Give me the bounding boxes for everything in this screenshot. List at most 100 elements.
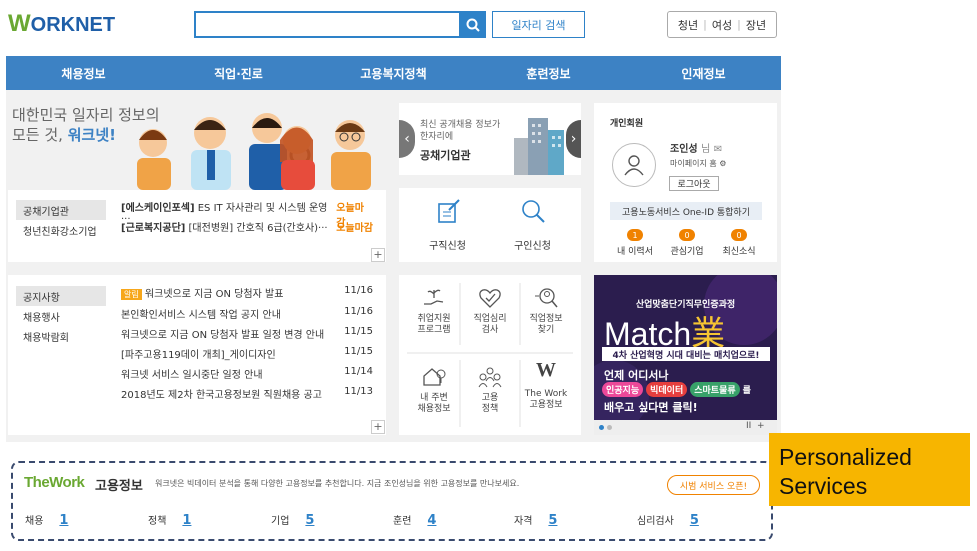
notice-date: 11/14 (344, 366, 373, 377)
worknet-logo[interactable]: WORKNET (8, 10, 115, 38)
tab-job-fairs[interactable]: 채용박람회 (16, 326, 106, 346)
member-name-text: 조인성 (670, 144, 698, 155)
nav-item-career[interactable]: 직업·진로 (161, 56, 316, 90)
interest-company-count[interactable]: 0 관심기업 (664, 229, 710, 257)
user-type-selector: 청년 | 여성 | 장년 (667, 11, 777, 38)
callout-line2: Services (779, 473, 868, 499)
service-label-line1: 고용 (481, 393, 499, 403)
notice-row[interactable]: 워크넷으로 지금 ON 당첨자 발표 일정 변경 안내 11/15 (121, 326, 373, 341)
nav-item-jobs[interactable]: 채용정보 (6, 56, 161, 90)
job-list-more-button[interactable]: + (371, 248, 385, 262)
stat-certificate[interactable]: 자격 5 (514, 512, 557, 528)
notice-title: 워크넷으로 지금 ON 당첨자 발표 (144, 289, 284, 300)
job-title: [대전병원] 간호직 6급(간호사)··· (188, 223, 328, 234)
service-label-line2: 고용정보 (529, 400, 563, 410)
service-psych-test[interactable]: 직업심리 검사 (460, 286, 520, 336)
notice-title: 워크넷 서비스 일시중단 일정 안내 (121, 370, 263, 381)
member-name: 조인성 님 ✉ (670, 140, 722, 155)
user-type-women[interactable]: 여성 (712, 17, 732, 33)
stat-policy[interactable]: 정책 1 (148, 512, 191, 528)
stat-label: 심리검사 (637, 516, 674, 527)
logout-button[interactable]: 로그아웃 (669, 176, 719, 191)
banner-tags: 인공지능 빅데이터 스마트물류 를 (602, 382, 751, 397)
match-up-banner[interactable]: 산업맞춤단기직무인증과정 Match業 4차 산업혁명 시대 대비는 매치업으로… (594, 275, 777, 435)
member-name-suffix: 님 (701, 144, 711, 155)
mypage-link[interactable]: 마이페이지 홈 ⚙ (670, 158, 726, 169)
service-nearby-jobs[interactable]: 내 주변 채용정보 (404, 365, 464, 415)
banner-dot[interactable] (607, 425, 612, 430)
hero-line2: 모든 것, 워크넷! (12, 124, 116, 145)
nav-item-talent[interactable]: 인재정보 (626, 56, 781, 90)
alert-badge: 알림 (121, 289, 142, 300)
thework-logo: TheWork (24, 474, 85, 491)
user-type-senior[interactable]: 장년 (746, 17, 766, 33)
notice-more-button[interactable]: + (371, 420, 385, 434)
notice-row[interactable]: 알림 워크넷으로 지금 ON 당첨자 발표 11/16 (121, 285, 373, 300)
notice-title: 2018년도 제2차 한국고용정보원 직원채용 공고 (121, 390, 322, 401)
mail-icon[interactable]: ✉ (714, 144, 722, 155)
job-seeker-apply-button[interactable]: 구직신청 (405, 198, 490, 252)
public-enterprise-caption2: 한자리에 (420, 132, 454, 142)
stat-value: 5 (689, 513, 699, 528)
hero-line2-prefix: 모든 것, (12, 126, 68, 144)
notice-date: 11/15 (344, 326, 373, 337)
pilot-service-badge[interactable]: 시범 서비스 오픈! (667, 475, 760, 495)
news-count-badge: 0 (731, 229, 747, 241)
nav-item-training[interactable]: 훈련정보 (471, 56, 626, 90)
stat-psych-test[interactable]: 심리검사 5 (637, 512, 699, 528)
user-type-youth[interactable]: 청년 (678, 17, 698, 33)
news-count[interactable]: 0 최신소식 (716, 229, 762, 257)
notice-row[interactable]: [파주고용119데이 개최]_게이디자인 11/15 (121, 346, 373, 361)
notice-row[interactable]: 워크넷 서비스 일시중단 일정 안내 11/14 (121, 366, 373, 381)
heart-check-icon (479, 289, 501, 308)
tab-youth-friendly[interactable]: 청년친화강소기업 (16, 220, 106, 240)
stat-label: 정책 (148, 516, 167, 527)
job-row[interactable]: [근로복지공단] [대전병원] 간호직 6급(간호사)··· 오늘마감 (121, 219, 373, 234)
thework-w-icon: W (536, 359, 556, 381)
stat-label: 기업 (271, 516, 290, 527)
stat-training[interactable]: 훈련 4 (393, 512, 436, 528)
notice-title: 워크넷으로 지금 ON 당첨자 발표 일정 변경 안내 (121, 330, 325, 341)
tab-notices[interactable]: 공지사항 (16, 286, 106, 306)
notice-row[interactable]: 본인확인서비스 시스템 작업 공지 안내 11/16 (121, 306, 373, 321)
map-house-icon (423, 368, 446, 386)
resume-count[interactable]: 1 내 이력서 (612, 229, 658, 257)
notice-row[interactable]: 2018년도 제2차 한국고용정보원 직원채용 공고 11/13 (121, 386, 373, 401)
tab-public-enterprise[interactable]: 공채기업관 (16, 200, 106, 220)
building-illustration (514, 118, 564, 175)
interest-company-badge: 0 (679, 229, 695, 241)
stat-label: 채용 (25, 516, 44, 527)
service-label-line2: 검사 (481, 325, 499, 335)
gear-icon: ⚙ (719, 159, 727, 168)
employer-apply-button[interactable]: 구인신청 (490, 198, 575, 252)
next-arrow-button[interactable]: › (566, 120, 581, 158)
service-job-info[interactable]: 직업정보 찾기 (516, 286, 576, 336)
resume-count-badge: 1 (627, 229, 643, 241)
banner-line3: 배우고 싶다면 클릭! (604, 401, 698, 414)
search-button[interactable] (459, 11, 486, 38)
user-icon (624, 155, 644, 176)
job-search-button[interactable]: 일자리 검색 (492, 11, 585, 38)
stat-hiring[interactable]: 채용 1 (25, 512, 68, 528)
service-thework[interactable]: W The Work 고용정보 (516, 359, 576, 411)
public-enterprise-title: 공채기업관 (420, 149, 471, 162)
one-id-link[interactable]: 고용노동서비스 One-ID 통합하기 (610, 202, 762, 220)
tab-hiring-events[interactable]: 채용행사 (16, 306, 106, 326)
service-employment-support[interactable]: 취업지원 프로그램 (404, 286, 464, 336)
banner-pause-more-controls[interactable]: II + (746, 421, 765, 431)
search-icon (466, 18, 480, 32)
service-label-line2: 정책 (481, 404, 499, 414)
job-deadline-badge: 오늘마감 (336, 223, 373, 234)
mypage-label: 마이페이지 홈 (670, 159, 717, 168)
search-input[interactable] (194, 11, 460, 38)
member-counts: 1 내 이력서 0 관심기업 0 최신소식 (612, 229, 762, 257)
stat-company[interactable]: 기업 5 (271, 512, 314, 528)
notice-date: 11/15 (344, 346, 373, 357)
nav-item-welfare-policy[interactable]: 고용복지정책 (316, 56, 471, 90)
job-company: [근로복지공단] (121, 223, 186, 234)
personalized-services-callout: Personalized Services (769, 433, 970, 506)
hand-plant-icon (424, 289, 444, 305)
banner-dot-active[interactable] (599, 425, 604, 430)
service-employment-policy[interactable]: 고용 정책 (460, 365, 520, 415)
stat-value: 1 (182, 513, 192, 528)
